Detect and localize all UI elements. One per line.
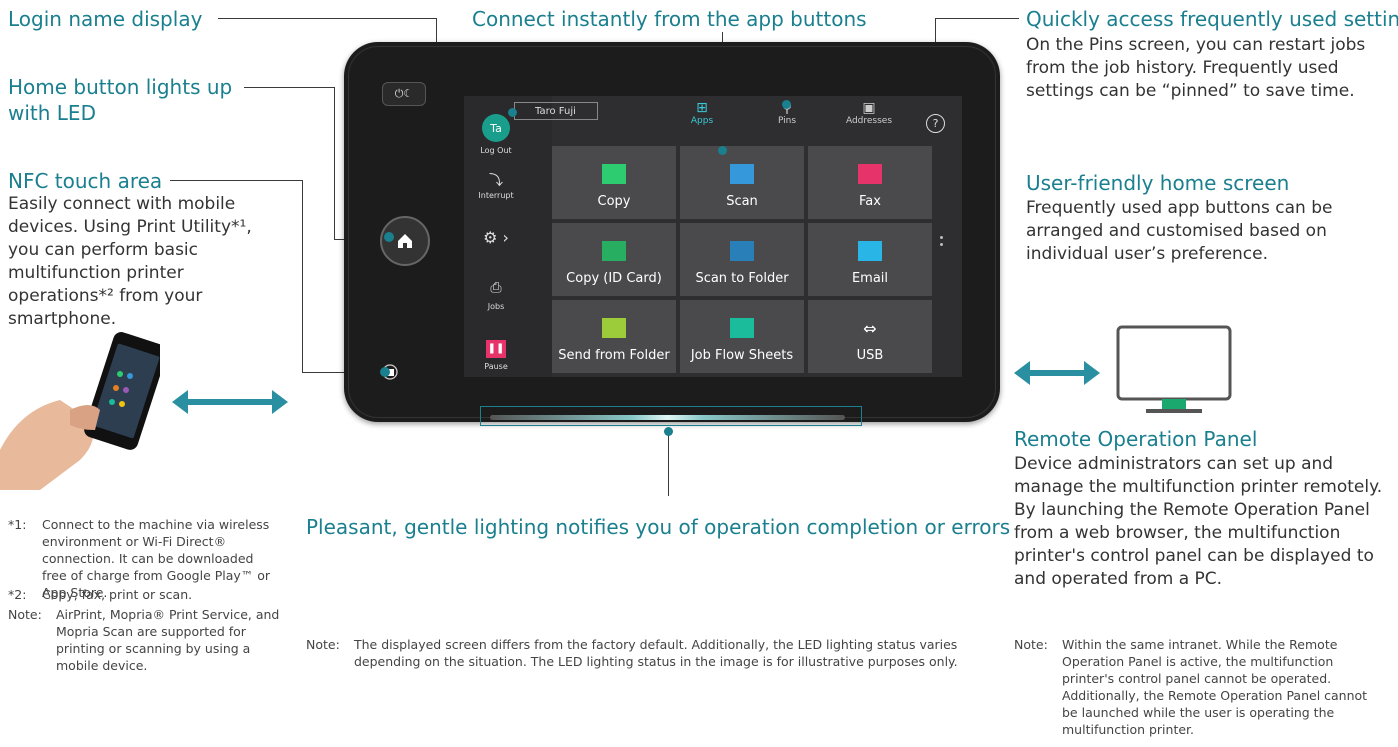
footnote-2: *2: Copy, fax, print or scan. bbox=[8, 587, 193, 602]
screen-sidebar: Ta Log Out ⤵ Interrupt ⚙ › ⎙ Jobs ❚❚ Pau… bbox=[464, 96, 552, 377]
led-connector-dot bbox=[664, 427, 673, 436]
pause-icon[interactable]: ❚❚ bbox=[486, 340, 506, 358]
pins-connector-dot bbox=[782, 100, 791, 109]
connector-home bbox=[244, 87, 334, 88]
home-icon bbox=[398, 234, 412, 248]
note-left: Note: AirPrint, Mopria® Print Service, a… bbox=[8, 607, 280, 673]
callout-home-button-line2: with LED bbox=[8, 101, 96, 125]
address-book-icon: ▣ bbox=[862, 100, 876, 116]
led-light-strip bbox=[490, 415, 845, 420]
settings-gear-icon[interactable]: ⚙ › bbox=[464, 228, 528, 247]
callout-user-friendly-title: User-friendly home screen bbox=[1026, 171, 1290, 195]
connector-pins bbox=[935, 18, 1019, 19]
logout-button[interactable]: Log Out bbox=[464, 146, 528, 155]
note-center: Note: The displayed screen differs from … bbox=[306, 637, 958, 669]
interrupt-button[interactable]: Interrupt bbox=[464, 191, 528, 200]
tab-addresses[interactable]: ▣ Addresses bbox=[844, 100, 894, 126]
scan-folder-icon bbox=[730, 241, 754, 261]
callout-nfc-body: Easily connect with mobile devices. Usin… bbox=[8, 194, 252, 329]
pc-monitor-icon bbox=[1116, 325, 1232, 413]
connector-login bbox=[218, 18, 436, 19]
connector-nfc-v bbox=[302, 180, 303, 372]
app-tile-usb[interactable]: ⇔ USB bbox=[808, 300, 932, 373]
callout-pleasant-lighting: Pleasant, gentle lighting notifies you o… bbox=[306, 515, 1011, 539]
fax-icon bbox=[858, 164, 882, 184]
nfc-connector-dot bbox=[380, 367, 390, 377]
id-card-icon bbox=[602, 241, 626, 261]
callout-quick-access-body: On the Pins screen, you can restart jobs… bbox=[1026, 35, 1366, 101]
monitor-graphic bbox=[1116, 325, 1232, 413]
callout-connect-instantly: Connect instantly from the app buttons bbox=[472, 7, 867, 31]
copy-icon bbox=[602, 164, 626, 184]
power-button[interactable]: ⏻☾ bbox=[382, 82, 426, 106]
callout-nfc-title: NFC touch area bbox=[8, 169, 163, 193]
login-name-display: Taro Fuji bbox=[514, 102, 598, 120]
callout-login-name: Login name display bbox=[8, 7, 203, 31]
app-tile-send-from-folder[interactable]: Send from Folder bbox=[552, 300, 676, 373]
hand-with-smartphone bbox=[0, 330, 168, 490]
home-connector-dot bbox=[384, 232, 394, 242]
interrupt-icon: ⤵ bbox=[489, 173, 503, 189]
touch-screen: Ta Log Out ⤵ Interrupt ⚙ › ⎙ Jobs ❚❚ Pau… bbox=[464, 96, 962, 377]
callout-remote-title: Remote Operation Panel bbox=[1014, 427, 1258, 451]
app-tile-copy-id-card[interactable]: Copy (ID Card) bbox=[552, 223, 676, 296]
usb-icon: ⇔ bbox=[863, 319, 877, 338]
callout-home-button-line1: Home button lights up bbox=[8, 75, 233, 99]
apps-grid-icon: ⊞ bbox=[696, 100, 708, 116]
connector-nfc bbox=[170, 180, 302, 181]
folder-icon bbox=[602, 318, 626, 338]
smartphone-illustration bbox=[0, 332, 168, 490]
job-flow-icon bbox=[730, 318, 754, 338]
apps-connector-dot bbox=[718, 146, 727, 155]
user-avatar[interactable]: Ta bbox=[482, 114, 510, 142]
jobs-button[interactable]: Jobs bbox=[464, 302, 528, 311]
pause-button[interactable]: Pause bbox=[464, 362, 528, 371]
power-sleep-icon: ⏻☾ bbox=[394, 87, 414, 100]
connector-led bbox=[668, 430, 669, 496]
email-icon bbox=[858, 241, 882, 261]
scan-icon bbox=[730, 164, 754, 184]
double-arrow-phone bbox=[172, 390, 288, 414]
callout-remote-body: Device administrators can set up and man… bbox=[1014, 454, 1383, 589]
app-tile-email[interactable]: Email bbox=[808, 223, 932, 296]
note-right: Note: Within the same intranet. While th… bbox=[1014, 637, 1368, 737]
double-arrow-monitor bbox=[1014, 361, 1100, 385]
help-button[interactable]: ? bbox=[926, 114, 945, 133]
login-connector-dot bbox=[508, 108, 517, 117]
page-indicator-dots bbox=[940, 236, 943, 239]
app-tile-fax[interactable]: Fax bbox=[808, 146, 932, 219]
callout-quick-access-title: Quickly access frequently used settings bbox=[1026, 7, 1398, 31]
app-tile-scan[interactable]: Scan bbox=[680, 146, 804, 219]
app-tile-copy[interactable]: Copy bbox=[552, 146, 676, 219]
jobs-icon: ⎙ bbox=[490, 280, 502, 296]
tab-apps[interactable]: ⊞ Apps bbox=[677, 100, 727, 126]
callout-user-friendly-body: Frequently used app buttons can be arran… bbox=[1026, 198, 1333, 264]
app-tile-scan-to-folder[interactable]: Scan to Folder bbox=[680, 223, 804, 296]
app-tile-job-flow-sheets[interactable]: Job Flow Sheets bbox=[680, 300, 804, 373]
connector-home-v bbox=[334, 87, 335, 239]
